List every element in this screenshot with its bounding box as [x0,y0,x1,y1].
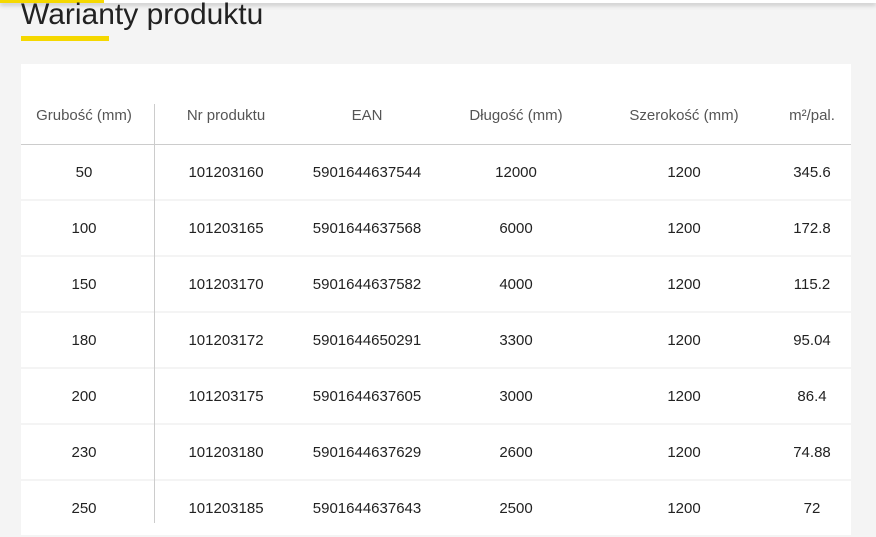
table-cell: 1200 [667,163,701,181]
table-cell: 5901644637643 [312,499,422,517]
column-divider [154,104,155,523]
table-cell: 1200 [667,275,701,293]
table-cell: 5901644637544 [312,163,422,181]
page-title: Warianty produktu [21,0,264,31]
table-cell: 101203160 [188,163,264,181]
table-cell: 101203172 [188,331,264,349]
table-cell: 3000 [499,387,533,405]
table-cell: 101203170 [188,275,264,293]
column-header: Nr produktu [186,107,266,124]
table-cell: 5901644637629 [312,443,422,461]
table-cell: 180 [71,331,97,349]
title-underline [21,36,109,41]
table-cell: 3300 [499,331,533,349]
table-cell: 5901644637568 [312,219,422,237]
table-cell: 2500 [499,499,533,517]
table-cell: 1200 [667,331,701,349]
table-cell: 6000 [499,219,533,237]
table-cell: 1200 [667,219,701,237]
column-header: Szerokość (mm) [629,107,739,124]
table-cell: 72 [803,499,821,517]
table-cell: 50 [75,163,93,181]
table-cell: 100 [71,219,97,237]
table-cell: 230 [71,443,97,461]
table-cell: 345.6 [793,163,831,181]
table-cell: 101203185 [188,499,264,517]
table-cell: 5901644637605 [312,387,422,405]
table-cell: 101203180 [188,443,264,461]
table-row: 150 101203170 5901644637582 4000 1200 115.2 [21,257,851,311]
table-row: 180 101203172 5901644650291 3300 1200 95.04 [21,313,851,367]
table-cell: 4000 [499,275,533,293]
table-cell: 5901644637582 [312,275,422,293]
table-cell: 115.2 [793,275,831,293]
table-row: 50 101203160 5901644637544 12000 1200 345.6 [21,145,851,199]
column-header: EAN [351,107,383,124]
table-cell: 172.8 [793,219,831,237]
column-header: Długość (mm) [469,107,563,124]
variants-table: Grubość (mm) Nr produktu EAN Długość (mm) Sz… [21,64,851,537]
table-cell: 250 [71,499,97,517]
table-cell: 95.04 [793,331,831,349]
table-row: 200 101203175 5901644637605 3000 1200 86.4 [21,369,851,423]
table-cell: 5901644650291 [312,331,422,349]
table-cell: 101203165 [188,219,264,237]
table-cell: 1200 [667,387,701,405]
table-row: 230 101203180 5901644637629 2600 1200 74.88 [21,425,851,479]
column-header: m²/pal. [789,107,835,124]
table-cell: 1200 [667,443,701,461]
table-cell: 2600 [499,443,533,461]
table-cell: 12000 [495,163,537,181]
table-cell: 1200 [667,499,701,517]
table-header: Grubość (mm) Nr produktu EAN Długość (mm) Sz… [21,64,851,145]
table-cell: 200 [71,387,97,405]
column-header: Grubość (mm) [36,107,132,124]
table-row: 250 101203185 5901644637643 2500 1200 72 [21,481,851,535]
table-cell: 101203175 [188,387,264,405]
table-cell: 86.4 [797,387,827,405]
table-cell: 150 [71,275,97,293]
table-row: 100 101203165 5901644637568 6000 1200 172.8 [21,201,851,255]
table-cell: 74.88 [793,443,831,461]
